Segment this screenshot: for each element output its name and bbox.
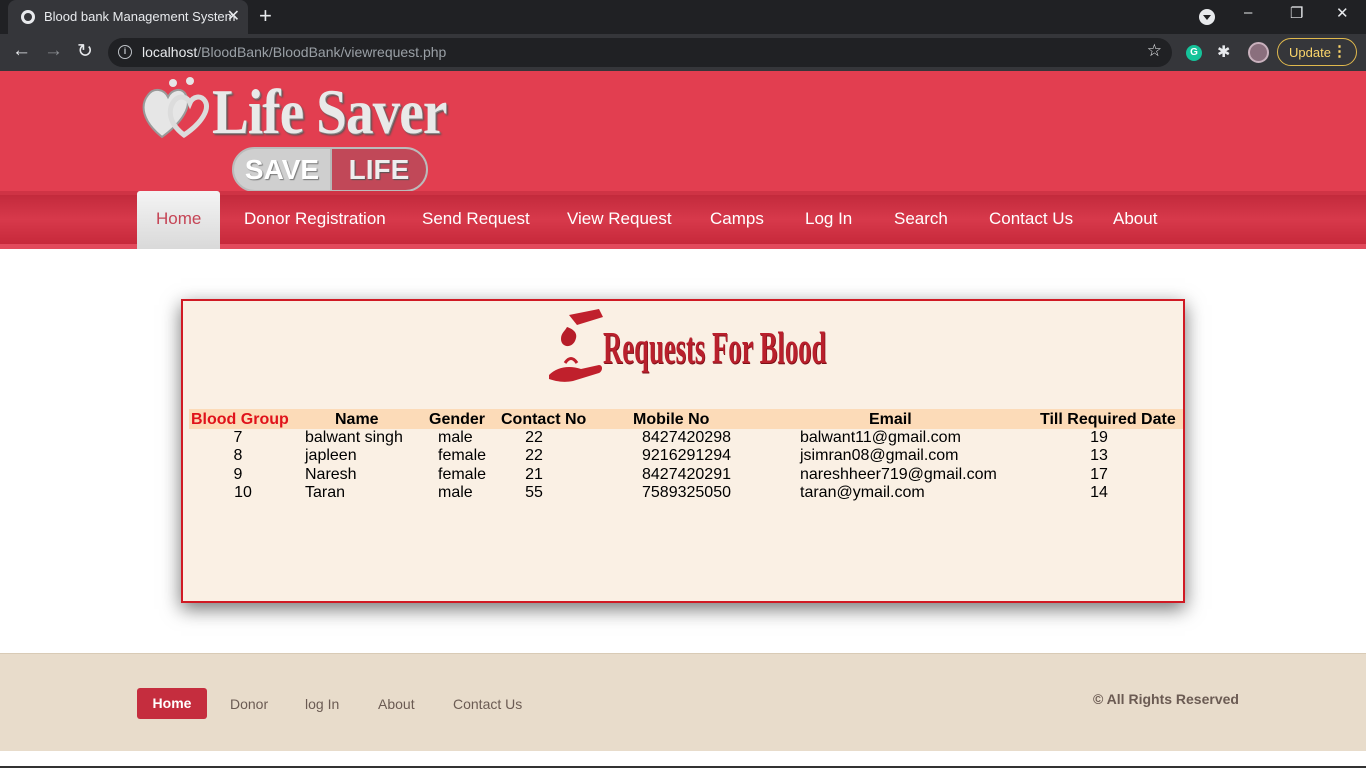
table-header-row: Blood Group Name Gender Contact No Mobil… bbox=[189, 409, 1183, 429]
column-header-email: Email bbox=[869, 411, 912, 428]
browser-toolbar: ← → ↻ i localhost/BloodBank/BloodBank/vi… bbox=[0, 34, 1366, 71]
site-header: Life Saver SAVE LIFE bbox=[0, 71, 1366, 193]
brand-name: Life Saver bbox=[212, 76, 447, 147]
main-nav: Home Donor Registration Send Request Vie… bbox=[0, 191, 1366, 249]
cell-gender: female bbox=[438, 447, 487, 464]
site-logo[interactable]: Life Saver SAVE LIFE bbox=[138, 75, 458, 193]
nav-log-in[interactable]: Log In bbox=[805, 195, 852, 244]
nav-home[interactable]: Home bbox=[137, 191, 221, 249]
restore-button[interactable]: ❐ bbox=[1290, 4, 1303, 22]
cell-contact-no: 55 bbox=[525, 484, 543, 501]
requests-heading: Requests For Blood bbox=[603, 322, 827, 373]
cell-gender: male bbox=[438, 429, 473, 446]
cell-name: Naresh bbox=[305, 466, 357, 483]
browser-tabbar: Blood bank Management System ✕ + – ❐ ✕ bbox=[0, 0, 1366, 34]
copyright-text: © All Rights Reserved bbox=[1093, 691, 1239, 707]
cell-mobile-no: 8427420291 bbox=[642, 466, 731, 483]
nav-donor-registration[interactable]: Donor Registration bbox=[244, 195, 386, 244]
cell-required-date: 19 bbox=[1090, 429, 1108, 446]
bookmark-star-icon[interactable]: ☆ bbox=[1147, 41, 1162, 61]
back-arrow-icon[interactable]: ← bbox=[12, 40, 31, 62]
cell-email: taran@ymail.com bbox=[800, 484, 925, 501]
footer-link-about[interactable]: About bbox=[378, 696, 415, 712]
globe-icon bbox=[21, 10, 35, 24]
update-button[interactable]: Update ⋮ bbox=[1277, 38, 1357, 66]
forward-arrow-icon[interactable]: → bbox=[44, 40, 63, 62]
save-life-badge: SAVE LIFE bbox=[232, 147, 428, 192]
cell-required-date: 14 bbox=[1090, 484, 1108, 501]
cell-email: jsimran08@gmail.com bbox=[800, 447, 959, 464]
footer-link-donor[interactable]: Donor bbox=[230, 696, 268, 712]
cell-contact-no: 22 bbox=[525, 447, 543, 464]
cell-required-date: 17 bbox=[1090, 466, 1108, 483]
cell-blood-group: 10 bbox=[234, 484, 252, 501]
cell-blood-group: 7 bbox=[233, 429, 243, 446]
table-row: 9 Naresh female 21 8427420291 nareshheer… bbox=[189, 466, 1183, 484]
cell-mobile-no: 9216291294 bbox=[642, 447, 731, 464]
column-header-blood-group: Blood Group bbox=[191, 411, 289, 428]
cell-blood-group: 8 bbox=[233, 447, 243, 464]
table-row: 7 balwant singh male 22 8427420298 balwa… bbox=[189, 429, 1183, 447]
grammarly-extension-icon[interactable]: G bbox=[1186, 45, 1202, 61]
nav-send-request[interactable]: Send Request bbox=[422, 195, 530, 244]
cell-mobile-no: 8427420298 bbox=[642, 429, 731, 446]
cell-name: japleen bbox=[305, 447, 357, 464]
tab-search-icon[interactable] bbox=[1199, 9, 1215, 25]
cell-gender: male bbox=[438, 484, 473, 501]
column-header-till-required-date: Till Required Date bbox=[1040, 411, 1176, 428]
cell-email: balwant11@gmail.com bbox=[800, 429, 961, 446]
nav-about[interactable]: About bbox=[1113, 195, 1157, 244]
cell-required-date: 13 bbox=[1090, 447, 1108, 464]
page-bottom-strip bbox=[0, 751, 1366, 768]
nav-search[interactable]: Search bbox=[894, 195, 948, 244]
cell-name: Taran bbox=[305, 484, 346, 501]
extensions-puzzle-icon[interactable]: ✱ bbox=[1217, 42, 1230, 62]
address-bar[interactable]: i localhost/BloodBank/BloodBank/viewrequ… bbox=[108, 38, 1172, 67]
profile-avatar[interactable] bbox=[1248, 42, 1269, 63]
nav-contact-us[interactable]: Contact Us bbox=[989, 195, 1073, 244]
nav-camps[interactable]: Camps bbox=[710, 195, 764, 244]
blood-drop-hand-icon bbox=[549, 309, 603, 382]
footer-link-contact-us[interactable]: Contact Us bbox=[453, 696, 522, 712]
new-tab-button[interactable]: + bbox=[259, 3, 272, 29]
hearts-logo-icon bbox=[142, 77, 209, 139]
column-header-name: Name bbox=[335, 411, 379, 428]
menu-kebab-icon: ⋮ bbox=[1332, 43, 1347, 60]
site-info-icon[interactable]: i bbox=[118, 45, 132, 59]
browser-tab[interactable]: Blood bank Management System ✕ bbox=[8, 0, 248, 34]
cell-contact-no: 21 bbox=[525, 466, 543, 483]
table-row: 10 Taran male 55 7589325050 taran@ymail.… bbox=[189, 484, 1183, 502]
minimize-button[interactable]: – bbox=[1244, 4, 1252, 21]
cell-email: nareshheer719@gmail.com bbox=[800, 466, 997, 483]
table-row: 8 japleen female 22 9216291294 jsimran08… bbox=[189, 447, 1183, 465]
close-window-button[interactable]: ✕ bbox=[1336, 4, 1349, 22]
url-text: localhost/BloodBank/BloodBank/viewreques… bbox=[142, 44, 447, 60]
footer-link-home[interactable]: Home bbox=[137, 688, 207, 719]
cell-name: balwant singh bbox=[305, 429, 403, 446]
cell-contact-no: 22 bbox=[525, 429, 543, 446]
footer-link-log-in[interactable]: log In bbox=[305, 696, 339, 712]
nav-view-request[interactable]: View Request bbox=[567, 195, 672, 244]
column-header-mobile-no: Mobile No bbox=[633, 411, 710, 428]
cell-gender: female bbox=[438, 466, 487, 483]
cell-blood-group: 9 bbox=[233, 466, 243, 483]
tab-close-icon[interactable]: ✕ bbox=[227, 6, 240, 26]
reload-icon[interactable]: ↻ bbox=[77, 40, 93, 63]
requests-heading-logo: Requests For Blood bbox=[547, 307, 827, 383]
column-header-contact-no: Contact No bbox=[501, 411, 587, 428]
tab-title: Blood bank Management System bbox=[44, 9, 236, 24]
site-footer: Home Donor log In About Contact Us © All… bbox=[0, 653, 1366, 751]
column-header-gender: Gender bbox=[429, 411, 486, 428]
cell-mobile-no: 7589325050 bbox=[642, 484, 731, 501]
requests-panel: Requests For Blood Blood Group Name Gend… bbox=[181, 299, 1185, 603]
